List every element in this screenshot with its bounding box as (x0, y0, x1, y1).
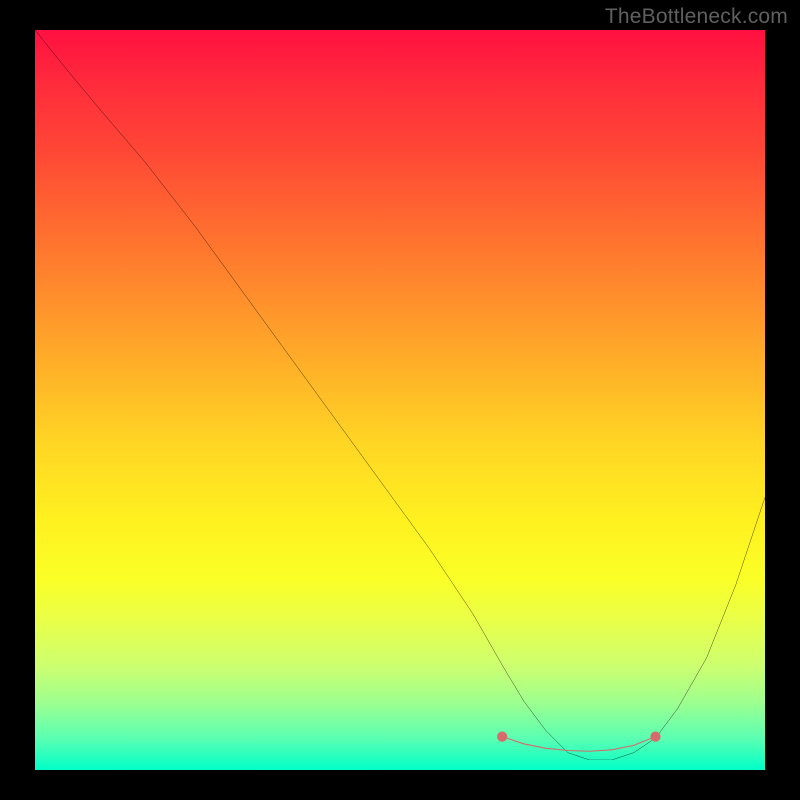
optimal-band-end-left (497, 732, 507, 742)
watermark-text: TheBottleneck.com (605, 5, 788, 29)
curve-path (35, 30, 765, 760)
bottleneck-curve (35, 30, 765, 760)
optimal-band-path (502, 737, 655, 752)
optimal-band-end-right (650, 732, 660, 742)
chart-frame: TheBottleneck.com (0, 0, 800, 800)
plot-area (35, 30, 765, 770)
